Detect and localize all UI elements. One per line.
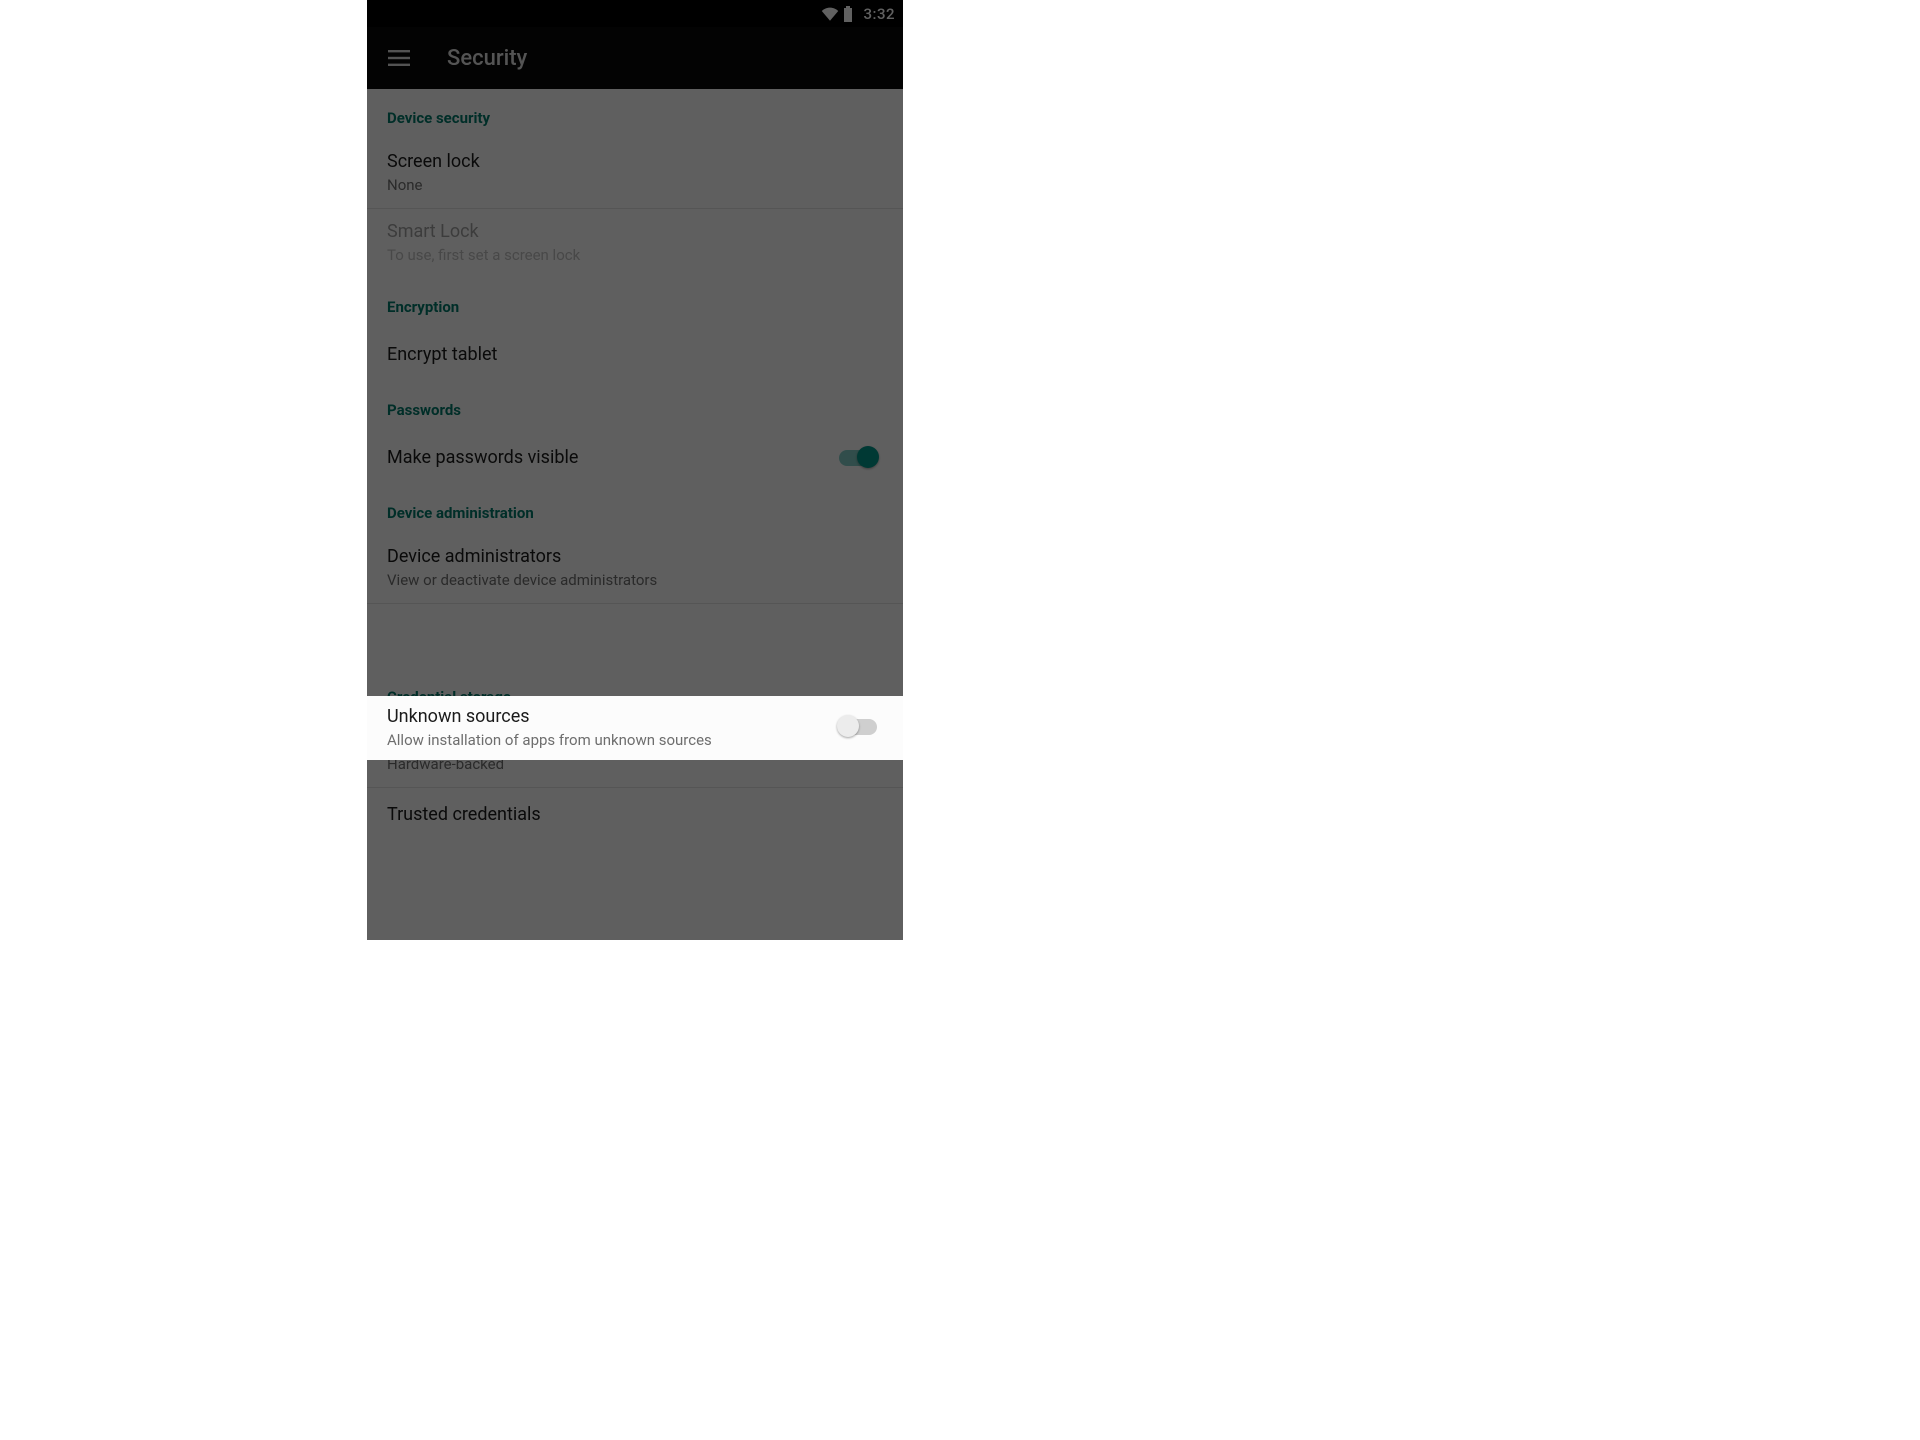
wifi-icon bbox=[821, 7, 839, 21]
item-title: Screen lock bbox=[387, 151, 867, 172]
item-sub: Allow installation of apps from unknown … bbox=[387, 731, 712, 749]
stage: 3:32 Security Device security Scr bbox=[0, 0, 1920, 1440]
section-passwords: Passwords bbox=[367, 381, 903, 431]
item-sub: To use, first set a screen lock bbox=[387, 246, 867, 264]
item-make-passwords-visible[interactable]: Make passwords visible bbox=[367, 431, 903, 484]
settings-list[interactable]: Device security Screen lock None Smart L… bbox=[367, 89, 903, 940]
item-trusted-credentials[interactable]: Trusted credentials bbox=[367, 788, 903, 841]
item-title: Make passwords visible bbox=[387, 447, 823, 468]
item-encrypt-tablet[interactable]: Encrypt tablet bbox=[367, 328, 903, 381]
section-device-security: Device security bbox=[367, 89, 903, 139]
unknown-sources-placeholder bbox=[367, 604, 903, 668]
item-unknown-sources[interactable]: Unknown sources Allow installation of ap… bbox=[367, 696, 903, 760]
screen: 3:32 Security Device security Scr bbox=[367, 0, 903, 940]
status-icons: 3:32 bbox=[821, 5, 895, 23]
item-title: Device administrators bbox=[387, 546, 867, 567]
app-bar: Security bbox=[367, 27, 903, 89]
item-sub: None bbox=[387, 176, 867, 194]
toggle-unknown-sources[interactable] bbox=[839, 719, 877, 735]
device-frame: 3:32 Security Device security Scr bbox=[367, 0, 903, 940]
item-title: Unknown sources bbox=[387, 706, 712, 727]
section-encryption: Encryption bbox=[367, 278, 903, 328]
battery-icon bbox=[843, 6, 853, 22]
item-title: Trusted credentials bbox=[387, 804, 867, 825]
status-bar: 3:32 bbox=[367, 0, 903, 27]
item-device-administrators[interactable]: Device administrators View or deactivate… bbox=[367, 534, 903, 603]
toggle-passwords-visible[interactable] bbox=[839, 450, 877, 466]
section-device-admin: Device administration bbox=[367, 484, 903, 534]
item-sub: View or deactivate device administrators bbox=[387, 571, 867, 589]
item-screen-lock[interactable]: Screen lock None bbox=[367, 139, 903, 208]
app-title: Security bbox=[447, 46, 527, 71]
item-smart-lock: Smart Lock To use, first set a screen lo… bbox=[367, 209, 903, 278]
item-title: Encrypt tablet bbox=[387, 344, 867, 365]
menu-icon[interactable] bbox=[385, 44, 413, 72]
item-title: Smart Lock bbox=[387, 221, 867, 242]
status-clock: 3:32 bbox=[863, 5, 895, 23]
